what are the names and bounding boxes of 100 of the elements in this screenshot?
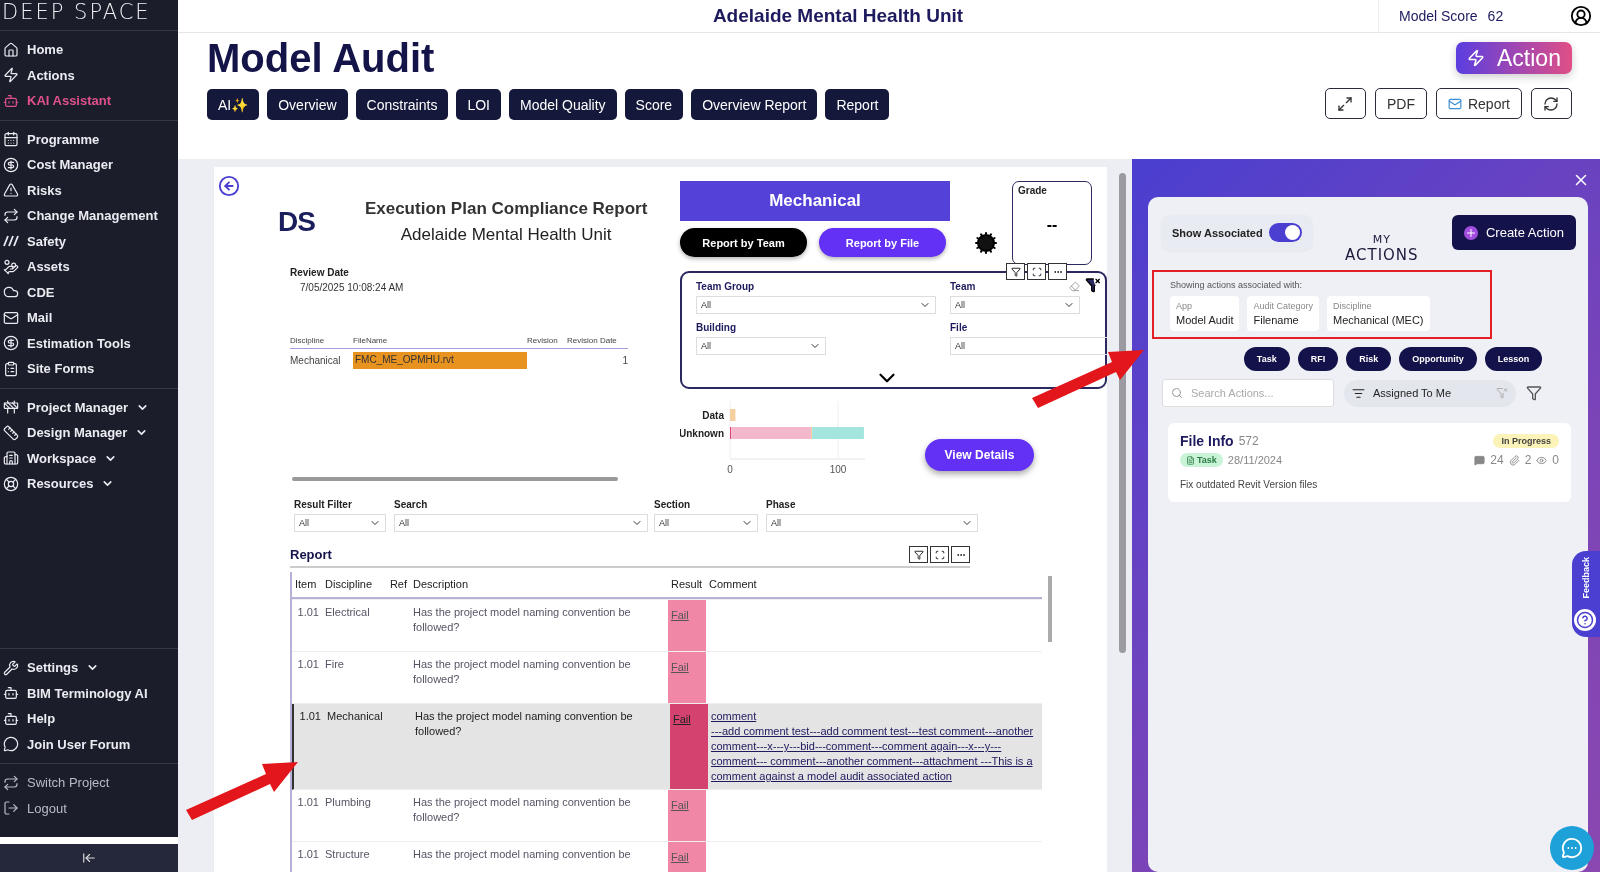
tab[interactable]: LOI <box>456 89 501 120</box>
tick-label: 100 <box>829 464 847 475</box>
tab[interactable]: AI✨ <box>207 89 260 120</box>
dropdown[interactable]: All <box>294 514 386 532</box>
score-value: 62 <box>1487 8 1504 24</box>
filter-label: Section <box>654 499 692 510</box>
sidebar-item[interactable]: Programme <box>0 126 178 152</box>
toggle-label: Show Associated <box>1172 226 1263 239</box>
search-field[interactable]: Search Actions... <box>1162 379 1334 407</box>
tab[interactable]: Score <box>624 89 684 120</box>
table-cell-text: 1.01 <box>296 847 320 862</box>
sidebar-item[interactable]: Resources <box>0 471 178 497</box>
filter-label: Building <box>696 322 736 333</box>
sidebar-item[interactable]: Safety <box>0 228 178 254</box>
column-header: Revision <box>527 336 559 345</box>
sidebar-item[interactable]: BIM Terminology AI <box>0 680 178 706</box>
sidebar-item[interactable]: Cost Manager <box>0 152 178 178</box>
sidebar-item[interactable]: Project Manager <box>0 394 178 420</box>
table-row[interactable]: 1.01 Plumbing Has the project model naming convention be followed? Fail <box>292 790 1042 842</box>
type-button[interactable]: RFI <box>1297 347 1339 371</box>
action-card[interactable]: File Info 572 In Progress Task 28/11/2024 24 2 0 Fix outdated Revit Version files <box>1168 423 1571 502</box>
sidebar-item[interactable]: Change Management <box>0 203 178 229</box>
table-cell-text: Mechanical <box>290 354 342 366</box>
type-button[interactable]: Lesson <box>1484 347 1543 371</box>
sidebar-item[interactable]: Join User Forum <box>0 731 178 757</box>
sidebar-item[interactable]: Assets <box>0 254 178 280</box>
table-cell-text: 1.01 <box>296 657 320 672</box>
app-logo: DEEP SPACE <box>2 0 151 24</box>
sidebar-item[interactable]: Home <box>0 37 178 63</box>
tab[interactable]: Model Quality <box>509 89 617 120</box>
dropdown[interactable]: All <box>950 337 1107 355</box>
tab[interactable]: Overview Report <box>691 89 818 120</box>
sidebar-item[interactable]: Design Manager <box>0 420 178 446</box>
sidebar-item[interactable]: Actions <box>0 62 178 88</box>
table-row[interactable]: 1.01 Electrical Has the project model naming convention be followed? Fail <box>292 600 1042 652</box>
tab[interactable]: Constraints <box>355 89 449 120</box>
report-subtitle: Adelaide Mental Health Unit <box>400 225 612 245</box>
discipline-banner: Mechanical <box>680 181 950 221</box>
dropdown[interactable]: All <box>950 296 1080 314</box>
table-cell-text: 1.01 <box>298 709 322 724</box>
table-cell-text: Has the project model naming convention be <box>412 847 632 862</box>
sidebar-item[interactable]: Site Forms <box>0 356 178 382</box>
score-label: Model Score <box>1399 8 1478 24</box>
sidebar-item[interactable]: KAI Assistant <box>0 88 178 114</box>
dropdown[interactable]: All <box>766 514 978 532</box>
chip-value: Model Audit <box>1176 314 1234 326</box>
sidebar-item[interactable]: Help <box>0 706 178 732</box>
filter-label: Search <box>394 499 429 510</box>
table-cell-text: 1 <box>621 354 628 366</box>
mode-button[interactable]: Report by Team <box>680 228 807 257</box>
result-link[interactable]: Fail <box>673 713 691 725</box>
attachment-count: 2 <box>1524 453 1532 467</box>
chip-value: Filename <box>1253 314 1300 326</box>
table-cell-text: Has the project model naming convention be followed? <box>412 795 632 825</box>
sidebar-item[interactable]: Risks <box>0 177 178 203</box>
sidebar-item[interactable]: Logout <box>0 795 178 821</box>
column-header: Revision Date <box>567 336 618 345</box>
table-cell-text: Mechanical <box>326 709 384 724</box>
comment-link[interactable]: ---add comment test---add comment test---test comment---another comment---x---y---bid---comment---comment again---x---y---comment--- comment---another comment---attachment ---This is a comment against a model audit associated action <box>711 724 1039 784</box>
assigned-filter[interactable]: Assigned To Me <box>1344 379 1516 407</box>
create-action-button[interactable]: Create Action <box>1451 215 1576 250</box>
associated-label: Showing actions associated with: <box>1170 280 1304 290</box>
column-header: FileName <box>353 336 389 345</box>
sidebar-item[interactable]: Workspace <box>0 445 178 471</box>
panel-title: MY ACTIONS <box>1345 233 1419 264</box>
report-title: Execution Plan Compliance Report <box>364 199 648 219</box>
toolbar-button[interactable]: PDF <box>1374 88 1427 119</box>
chip-label: Discipline <box>1333 301 1373 311</box>
dropdown[interactable]: All <box>696 337 826 355</box>
table-cell-text: Has the project model naming convention be followed? <box>414 709 634 739</box>
chip-label: App <box>1176 301 1193 311</box>
dropdown[interactable]: All <box>696 296 936 314</box>
review-date: 7/05/2025 10:08:24 AM <box>300 282 405 293</box>
comment-link[interactable]: comment <box>711 709 1039 724</box>
type-button[interactable]: Task <box>1243 347 1290 371</box>
mode-button[interactable]: Report by File <box>819 228 946 257</box>
report-heading: Report <box>290 547 332 562</box>
dropdown[interactable]: All <box>394 514 648 532</box>
chip-value: Mechanical (MEC) <box>1333 314 1424 326</box>
action-button[interactable]: Action <box>1456 42 1572 74</box>
table-cell-text: Plumbing <box>324 795 372 810</box>
filter-label: Team <box>950 281 976 292</box>
tab[interactable]: Overview <box>267 89 348 120</box>
sidebar-item[interactable]: Estimation Tools <box>0 330 178 356</box>
sidebar-item[interactable]: Switch Project <box>0 770 178 796</box>
sidebar-item[interactable]: CDE <box>0 279 178 305</box>
project-title: Adelaide Mental Health Unit <box>711 5 965 27</box>
table-cell-text: Fire <box>324 657 345 672</box>
dropdown[interactable]: All <box>654 514 758 532</box>
sidebar-item[interactable]: Settings <box>0 655 178 681</box>
table-cell-text: Has the project model naming convention be followed? <box>412 657 632 687</box>
type-button[interactable]: Opportunity <box>1399 347 1477 371</box>
action-date: 28/11/2024 <box>1227 454 1283 466</box>
action-number: 572 <box>1238 434 1259 448</box>
view-details-button[interactable]: View Details <box>925 439 1034 471</box>
toolbar-button[interactable]: Report <box>1435 88 1522 119</box>
type-button[interactable]: Risk <box>1346 347 1392 371</box>
tab[interactable]: Report <box>825 89 890 120</box>
table-row[interactable]: 1.01 Fire Has the project model naming convention be followed? Fail <box>292 652 1042 704</box>
sidebar-item[interactable]: Mail <box>0 305 178 331</box>
